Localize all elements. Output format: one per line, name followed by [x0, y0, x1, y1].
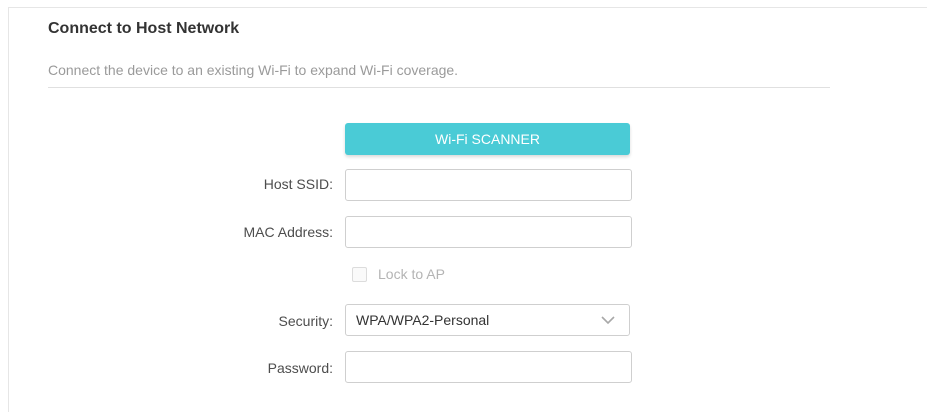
mac-address-input[interactable] [345, 216, 632, 248]
security-select[interactable]: WPA/WPA2-Personal [345, 304, 630, 336]
wifi-scanner-button[interactable]: Wi-Fi SCANNER [345, 123, 630, 155]
lock-to-ap-label: Lock to AP [378, 266, 445, 282]
mac-address-label: MAC Address: [243, 224, 333, 240]
chevron-down-icon[interactable] [600, 315, 616, 325]
host-ssid-label: Host SSID: [263, 176, 333, 192]
section-divider [48, 87, 830, 88]
lock-to-ap-option[interactable]: Lock to AP [352, 266, 445, 282]
lock-to-ap-checkbox[interactable] [352, 266, 367, 282]
password-input[interactable] [345, 351, 632, 383]
section-title: Connect to Host Network [48, 20, 240, 37]
host-ssid-input[interactable] [345, 169, 632, 201]
section-description: Connect the device to an existing Wi-Fi … [48, 62, 459, 78]
security-label: Security: [278, 313, 333, 329]
security-selected-value: WPA/WPA2-Personal [356, 312, 490, 328]
password-label: Password: [267, 360, 333, 376]
